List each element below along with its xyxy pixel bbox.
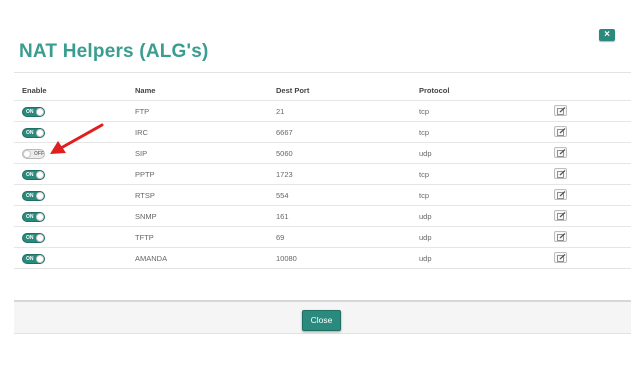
toggle-label: ON xyxy=(26,172,34,178)
edit-button[interactable] xyxy=(554,231,567,242)
edit-button[interactable] xyxy=(554,210,567,221)
enable-toggle[interactable]: ON xyxy=(22,212,45,222)
edit-icon xyxy=(557,170,566,178)
dialog-footer: Close xyxy=(14,300,631,334)
close-button[interactable]: Close xyxy=(302,310,341,331)
divider xyxy=(14,268,631,269)
edit-icon xyxy=(557,212,566,220)
cell-name: RTSP xyxy=(135,191,155,200)
divider xyxy=(14,72,631,73)
close-x-button[interactable]: × xyxy=(599,29,615,41)
toggle-label: ON xyxy=(26,256,34,262)
cell-protocol: udp xyxy=(419,149,432,158)
cell-protocol: tcp xyxy=(419,107,430,116)
table-row: ON IRC 6667 tcp xyxy=(14,121,631,142)
enable-toggle[interactable]: ON xyxy=(22,170,45,180)
cell-dest-port: 21 xyxy=(276,107,285,116)
toggle-label: ON xyxy=(26,214,34,220)
toggle-label: ON xyxy=(26,193,34,199)
table-row: ON TFTP 69 udp xyxy=(14,226,631,247)
toggle-knob xyxy=(36,108,44,116)
edit-icon xyxy=(557,128,566,136)
cell-protocol: udp xyxy=(419,212,432,221)
cell-name: FTP xyxy=(135,107,150,116)
cell-name: TFTP xyxy=(135,233,154,242)
cell-name: SNMP xyxy=(135,212,157,221)
cell-protocol: tcp xyxy=(419,191,430,200)
cell-protocol: udp xyxy=(419,254,432,263)
edit-button[interactable] xyxy=(554,147,567,158)
edit-button[interactable] xyxy=(554,168,567,179)
cell-protocol: tcp xyxy=(419,128,430,137)
close-icon: × xyxy=(604,29,610,40)
cell-name: AMANDA xyxy=(135,254,168,263)
table-row: ON AMANDA 10080 udp xyxy=(14,247,631,268)
cell-dest-port: 69 xyxy=(276,233,285,242)
cell-name: SIP xyxy=(135,149,148,158)
toggle-label: ON xyxy=(26,130,34,136)
edit-icon xyxy=(557,107,566,115)
cell-protocol: udp xyxy=(419,233,432,242)
toggle-label: OFF xyxy=(34,151,44,157)
table-row: ON RTSP 554 tcp xyxy=(14,184,631,205)
table-row: ON PPTP 1723 tcp xyxy=(14,163,631,184)
toggle-knob xyxy=(36,171,44,179)
enable-toggle[interactable]: ON xyxy=(22,254,45,264)
enable-toggle[interactable]: ON xyxy=(22,128,45,138)
cell-dest-port: 10080 xyxy=(276,254,297,263)
toggle-knob xyxy=(36,192,44,200)
cell-dest-port: 6667 xyxy=(276,128,293,137)
toggle-label: ON xyxy=(26,109,34,115)
table-row: OFF SIP 5060 udp xyxy=(14,142,631,163)
edit-button[interactable] xyxy=(554,252,567,263)
toggle-knob xyxy=(23,150,31,158)
enable-toggle[interactable]: ON xyxy=(22,191,45,201)
header-protocol: Protocol xyxy=(419,86,450,95)
edit-icon xyxy=(557,191,566,199)
enable-toggle[interactable]: ON xyxy=(22,107,45,117)
enable-toggle[interactable]: OFF xyxy=(22,149,45,159)
toggle-knob xyxy=(36,234,44,242)
toggle-knob xyxy=(36,213,44,221)
red-arrow-icon xyxy=(50,123,104,154)
edit-button[interactable] xyxy=(554,189,567,200)
header-name: Name xyxy=(135,86,156,95)
edit-icon xyxy=(557,149,566,157)
cell-dest-port: 554 xyxy=(276,191,289,200)
enable-toggle[interactable]: ON xyxy=(22,233,45,243)
table-row: ON SNMP 161 udp xyxy=(14,205,631,226)
edit-button[interactable] xyxy=(554,105,567,116)
edit-icon xyxy=(557,254,566,262)
nat-helpers-dialog: × NAT Helpers (ALG's) Enable Name Dest P… xyxy=(0,0,641,370)
cell-name: PPTP xyxy=(135,170,155,179)
cell-name: IRC xyxy=(135,128,148,137)
edit-icon xyxy=(557,233,566,241)
cell-dest-port: 1723 xyxy=(276,170,293,179)
cell-protocol: tcp xyxy=(419,170,430,179)
toggle-knob xyxy=(36,129,44,137)
toggle-label: ON xyxy=(26,235,34,241)
table-row: ON FTP 21 tcp xyxy=(14,100,631,121)
cell-dest-port: 5060 xyxy=(276,149,293,158)
cell-dest-port: 161 xyxy=(276,212,289,221)
dialog-title: NAT Helpers (ALG's) xyxy=(19,41,209,62)
toggle-knob xyxy=(36,255,44,263)
edit-button[interactable] xyxy=(554,126,567,137)
header-enable: Enable xyxy=(22,86,47,95)
header-dest-port: Dest Port xyxy=(276,86,310,95)
